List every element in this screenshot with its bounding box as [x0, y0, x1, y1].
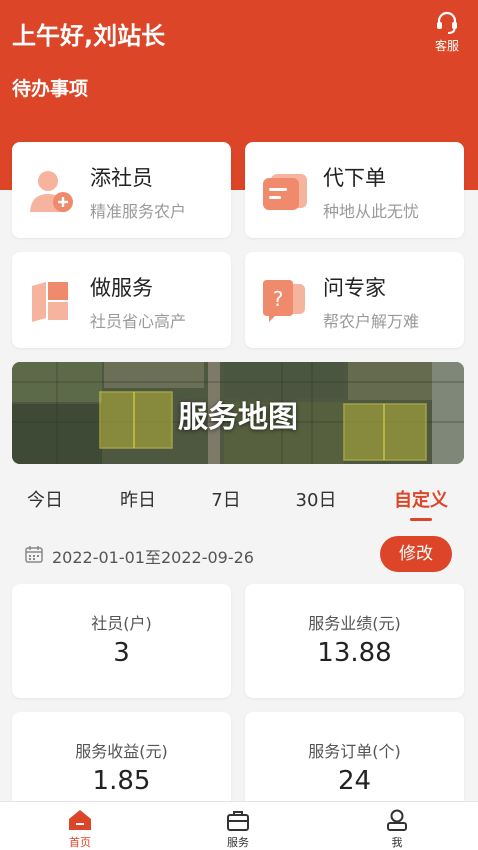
add-member-subtitle: 精准服务农户 [90, 202, 187, 221]
tab-yesterday[interactable]: 昨日 [98, 486, 178, 512]
nav-home[interactable]: 首页 [50, 808, 110, 850]
headset-icon [437, 11, 457, 34]
place-order-title: 代下单 [323, 166, 386, 190]
do-service-card[interactable]: 做服务 社员省心高产 [12, 252, 231, 348]
ask-expert-subtitle: 帮农户解万难 [323, 312, 420, 331]
stat-card-members[interactable]: 社员(户) 3 [12, 584, 231, 698]
service-map-title: 服务地图 [178, 400, 298, 435]
do-service-subtitle: 社员省心高产 [90, 312, 187, 331]
add-member-icon [30, 171, 73, 212]
stat-value: 3 [113, 638, 130, 668]
tab-custom[interactable]: 自定义 [381, 486, 461, 512]
active-tab-indicator [410, 518, 432, 521]
add-member-card[interactable]: 添社员 精准服务农户 [12, 142, 231, 238]
service-map-banner[interactable]: 服务地图 [12, 362, 464, 464]
calendar-icon [25, 546, 43, 563]
stat-card-performance[interactable]: 服务业绩(元) 13.88 [245, 584, 464, 698]
stat-value: 1.85 [92, 766, 151, 796]
nav-me-label: 我 [391, 836, 403, 849]
field-map-icon [32, 282, 68, 322]
date-range-text: 2022-01-01至2022-09-26 [52, 548, 254, 567]
stat-value: 13.88 [317, 638, 392, 668]
stat-label: 服务业绩(元) [308, 614, 401, 633]
ask-expert-card[interactable]: ? 问专家 帮农户解万难 [245, 252, 464, 348]
question-chat-icon: ? [263, 280, 305, 322]
stat-value: 24 [337, 766, 372, 796]
ask-expert-title: 问专家 [323, 276, 386, 300]
user-icon [387, 809, 407, 831]
edit-date-button[interactable]: 修改 [380, 536, 452, 572]
nav-home-label: 首页 [69, 836, 91, 849]
tab-30-days[interactable]: 30日 [276, 486, 356, 512]
svg-text:?: ? [273, 287, 284, 311]
time-range-tabs: 今日 昨日 7日 30日 自定义 [0, 478, 478, 522]
stat-label: 服务收益(元) [75, 742, 168, 761]
tab-today[interactable]: 今日 [5, 486, 85, 512]
nav-me[interactable]: 我 [367, 808, 427, 850]
place-order-card[interactable]: 代下单 种地从此无忧 [245, 142, 464, 238]
add-member-title: 添社员 [90, 166, 153, 190]
nav-service-label: 服务 [227, 836, 249, 849]
place-order-subtitle: 种地从此无忧 [323, 202, 420, 221]
tab-7-days[interactable]: 7日 [186, 486, 266, 512]
bottom-navigation: 首页 服务 我 [0, 801, 478, 850]
stat-label: 社员(户) [91, 614, 152, 633]
briefcase-icon [227, 811, 249, 831]
todo-title: 待办事项 [12, 78, 89, 100]
customer-service-label: 客服 [434, 39, 459, 53]
nav-service[interactable]: 服务 [208, 808, 268, 850]
customer-service-button[interactable]: 客服 [430, 10, 464, 54]
greeting-text: 上午好,刘站长 [12, 22, 166, 50]
home-icon [69, 810, 91, 830]
do-service-title: 做服务 [90, 276, 153, 300]
order-icon [263, 174, 307, 210]
stat-label: 服务订单(个) [308, 742, 401, 761]
